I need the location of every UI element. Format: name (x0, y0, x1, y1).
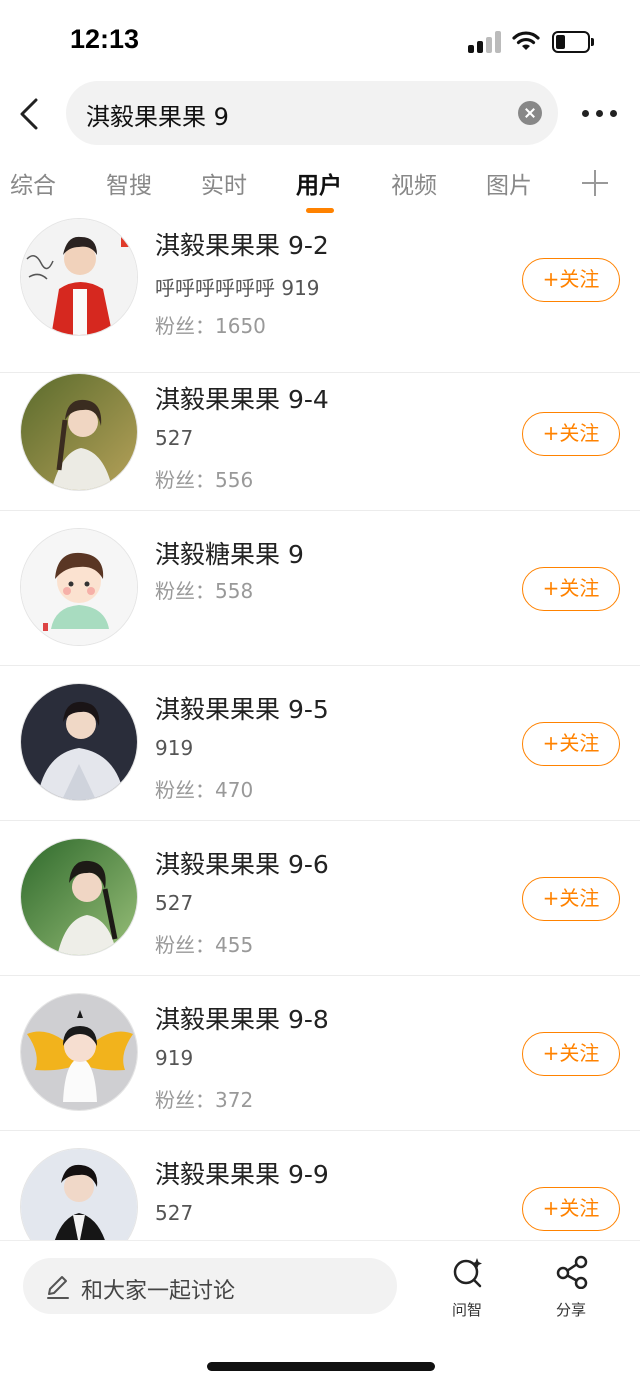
user-name: 淇毅果果果 9-4 (155, 385, 329, 414)
user-description: 呼呼呼呼呼呼 919 (155, 276, 320, 300)
user-description: 919 (155, 1046, 194, 1070)
active-tab-indicator (306, 208, 334, 213)
tab-all[interactable]: 综合 (10, 166, 56, 200)
tab-users[interactable]: 用户 (296, 166, 342, 200)
user-name: 淇毅果果果 9-2 (155, 231, 329, 260)
ask-ai-icon (453, 1258, 482, 1288)
user-description: 527 (155, 1201, 194, 1225)
status-time: 12:13 (70, 24, 140, 54)
avatar[interactable] (20, 993, 138, 1111)
user-row[interactable]: 淇毅果果果 9-6 527 粉丝：455 +关注 (0, 821, 640, 976)
user-name: 淇毅糖果果 9 (155, 540, 304, 569)
user-fans-count: 粉丝：372 (155, 1088, 254, 1112)
user-fans-count: 粉丝：1650 (155, 314, 266, 338)
user-name: 淇毅果果果 9-5 (155, 695, 329, 724)
add-tab-icon[interactable] (582, 170, 608, 196)
back-button[interactable] (14, 94, 46, 134)
user-row[interactable]: 淇毅果果果 9-2 呼呼呼呼呼呼 919 粉丝：1650 +关注 (0, 218, 640, 373)
user-description: 527 (155, 891, 194, 915)
user-name: 淇毅果果果 9-6 (155, 850, 329, 879)
search-input[interactable]: 淇毅果果果 9 (66, 81, 558, 145)
status-bar: 12:13 (0, 0, 640, 80)
user-fans-count: 粉丝：558 (155, 579, 254, 603)
user-results-list: 淇毅果果果 9-2 呼呼呼呼呼呼 919 粉丝：1650 +关注 淇毅果果果 9… (0, 218, 640, 1240)
user-fans-count: 粉丝：556 (155, 468, 254, 492)
more-options-button[interactable] (580, 100, 620, 126)
user-row[interactable]: 淇毅果果果 9-5 919 粉丝：470 +关注 (0, 666, 640, 821)
avatar[interactable] (20, 683, 138, 801)
battery-icon (552, 31, 594, 53)
user-row[interactable]: 淇毅果果果 9-8 919 粉丝：372 +关注 (0, 976, 640, 1131)
clear-search-icon[interactable] (518, 101, 542, 125)
pencil-icon (47, 1276, 69, 1299)
share-label: 分享 (555, 1301, 586, 1319)
user-name: 淇毅果果果 9-8 (155, 1005, 329, 1034)
discuss-input[interactable]: 和大家一起讨论 (23, 1258, 397, 1314)
user-fans-count: 粉丝：455 (155, 933, 254, 957)
tab-smart-search[interactable]: 智搜 (106, 166, 152, 200)
avatar[interactable] (20, 528, 138, 646)
avatar[interactable] (20, 373, 138, 491)
discuss-placeholder: 和大家一起讨论 (81, 1279, 236, 1304)
tab-videos[interactable]: 视频 (391, 166, 437, 200)
user-row[interactable]: 淇毅糖果果 9 粉丝：558 +关注 (0, 511, 640, 666)
cellular-signal-icon (468, 31, 502, 53)
avatar[interactable] (20, 1148, 138, 1240)
wifi-icon (512, 31, 540, 50)
share-button[interactable]: 分享 (541, 1255, 601, 1325)
follow-button[interactable]: +关注 (522, 1187, 620, 1231)
follow-button[interactable]: +关注 (522, 412, 620, 456)
tab-realtime[interactable]: 实时 (201, 166, 247, 200)
user-description: 527 (155, 426, 194, 450)
ask-ai-button[interactable]: 问智 (437, 1255, 497, 1325)
user-row[interactable]: 淇毅果果果 9-9 527 +关注 (0, 1131, 640, 1240)
user-fans-count: 粉丝：470 (155, 778, 254, 802)
search-query: 淇毅果果果 9 (86, 103, 229, 131)
follow-button[interactable]: +关注 (522, 722, 620, 766)
share-icon (556, 1255, 588, 1289)
follow-button[interactable]: +关注 (522, 1032, 620, 1076)
user-row[interactable]: 淇毅果果果 9-4 527 粉丝：556 +关注 (0, 356, 640, 511)
tab-images[interactable]: 图片 (486, 166, 532, 200)
avatar[interactable] (20, 838, 138, 956)
follow-button[interactable]: +关注 (522, 567, 620, 611)
follow-button[interactable]: +关注 (522, 877, 620, 921)
home-indicator (207, 1362, 435, 1371)
follow-button[interactable]: +关注 (522, 258, 620, 302)
user-description: 919 (155, 736, 194, 760)
user-name: 淇毅果果果 9-9 (155, 1160, 329, 1189)
ask-ai-label: 问智 (451, 1301, 482, 1319)
avatar[interactable] (20, 218, 138, 336)
